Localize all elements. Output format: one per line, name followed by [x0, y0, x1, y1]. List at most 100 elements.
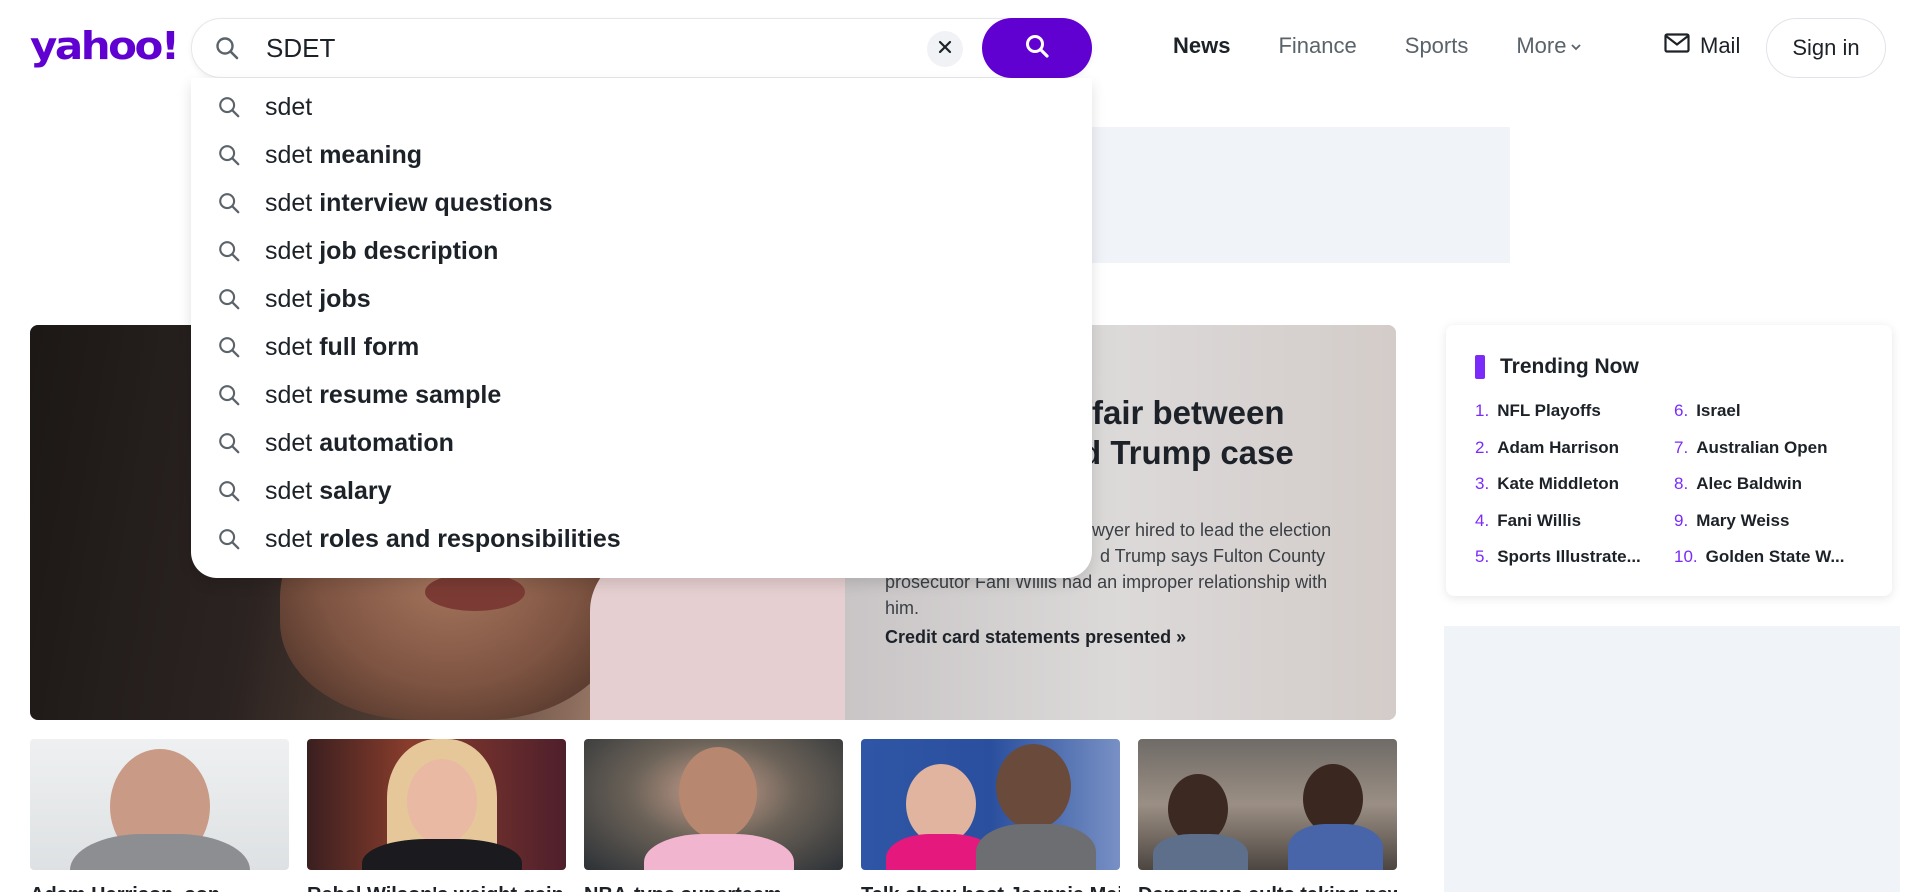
search-suggestions: sdet sdet meaning sdet interview questio… [191, 78, 1092, 578]
trending-item[interactable]: 8. Alec Baldwin [1674, 474, 1864, 511]
story-card[interactable]: Adam Harrison, son [30, 739, 289, 892]
sign-in-button[interactable]: Sign in [1766, 18, 1886, 78]
search-icon [214, 35, 240, 66]
suggestion-completion: job description [319, 237, 499, 265]
trending-rank: 3. [1475, 474, 1490, 493]
suggestion-prefix: sdet [265, 285, 320, 313]
chevron-down-icon [1570, 33, 1582, 59]
yahoo-logo[interactable]: yahoo! [30, 27, 180, 66]
search-icon [217, 95, 241, 124]
suggestion-item[interactable]: sdet salary [191, 467, 1092, 515]
trending-item[interactable]: 4. Fani Willis [1475, 511, 1675, 548]
suggestion-item[interactable]: sdet meaning [191, 131, 1092, 179]
hero-image-detail [425, 573, 525, 611]
trending-label: Adam Harrison [1497, 437, 1620, 457]
trending-rank: 5. [1475, 547, 1490, 566]
trending-accent-bar [1475, 355, 1485, 379]
story-caption: Talk show host Jeannie Mai [861, 884, 1120, 892]
nav-sports[interactable]: Sports [1405, 33, 1469, 59]
trending-title: Trending Now [1500, 355, 1639, 378]
trending-item[interactable]: 7. Australian Open [1674, 438, 1864, 475]
story-image [584, 739, 843, 870]
suggestion-item[interactable]: sdet [191, 83, 1092, 131]
trending-rank: 2. [1475, 437, 1490, 457]
trending-label: Kate Middleton [1497, 474, 1620, 493]
search-button[interactable] [982, 18, 1092, 78]
trending-rank: 1. [1475, 401, 1490, 420]
trending-rank: 6. [1674, 401, 1689, 420]
story-caption: Rebel Wilson's weight gain [307, 884, 566, 892]
trending-item[interactable]: 3. Kate Middleton [1475, 474, 1675, 511]
story-caption: Adam Harrison, son [30, 884, 289, 892]
trending-item[interactable]: 1. NFL Playoffs [1475, 401, 1675, 438]
clear-search-button[interactable] [927, 31, 963, 67]
nav-label: News [1173, 33, 1231, 58]
story-card[interactable]: Rebel Wilson's weight gain [307, 739, 566, 892]
story-caption: Dangerous cults taking new [1138, 884, 1397, 892]
suggestion-prefix: sdet [265, 381, 320, 409]
mail-icon [1664, 33, 1690, 59]
suggestion-prefix: sdet [265, 333, 320, 361]
story-image [1138, 739, 1397, 870]
search-icon [217, 191, 241, 220]
search-icon [217, 335, 241, 364]
trending-label: Sports Illustrate... [1497, 547, 1641, 566]
suggestion-prefix: sdet [265, 429, 320, 457]
mail-link[interactable]: Mail [1664, 33, 1740, 59]
top-nav: News Finance Sports More [1173, 33, 1582, 59]
suggestion-completion: meaning [319, 141, 422, 169]
trending-item[interactable]: 6. Israel [1674, 401, 1864, 438]
trending-rank: 9. [1674, 510, 1689, 530]
trending-column: 1. NFL Playoffs 2. Adam Harrison 3. Kate Mi… [1475, 401, 1675, 584]
search-input[interactable] [266, 29, 846, 67]
suggestion-item[interactable]: sdet full form [191, 323, 1092, 371]
suggestion-completion: jobs [319, 285, 371, 313]
story-card[interactable]: Dangerous cults taking new [1138, 739, 1397, 892]
hero-related-link[interactable]: Credit card statements presented » [885, 627, 1186, 648]
nav-more[interactable]: More [1516, 33, 1582, 59]
close-icon [937, 39, 953, 60]
hero-summary-line: him. [885, 598, 920, 618]
trending-rank: 8. [1674, 474, 1689, 493]
suggestion-item[interactable]: sdet resume sample [191, 371, 1092, 419]
trending-item[interactable]: 2. Adam Harrison [1475, 438, 1675, 475]
trending-item[interactable]: 9. Mary Weiss [1674, 511, 1864, 548]
mail-label: Mail [1700, 33, 1741, 58]
trending-rank: 7. [1674, 437, 1689, 457]
suggestion-item[interactable]: sdet automation [191, 419, 1092, 467]
nav-label: Finance [1278, 33, 1357, 58]
ad-banner-right [1444, 626, 1900, 892]
search-bar [191, 18, 1092, 78]
suggestion-prefix: sdet [265, 477, 320, 505]
trending-item[interactable]: 5. Sports Illustrate... [1475, 547, 1675, 584]
suggestion-item[interactable]: sdet roles and responsibilities [191, 515, 1092, 563]
trending-rank: 4. [1475, 510, 1490, 530]
trending-label: Alec Baldwin [1696, 474, 1802, 493]
trending-label: NFL Playoffs [1497, 401, 1601, 420]
suggestion-item[interactable]: sdet job description [191, 227, 1092, 275]
suggestion-completion: automation [319, 429, 454, 457]
suggestion-prefix: sdet [265, 525, 320, 553]
story-image [861, 739, 1120, 870]
suggestion-prefix: sdet [265, 93, 313, 121]
suggestion-completion: interview questions [319, 189, 553, 217]
nav-news[interactable]: News [1173, 33, 1230, 59]
story-card[interactable]: Talk show host Jeannie Mai [861, 739, 1120, 892]
suggestion-completion: salary [319, 477, 392, 505]
search-icon [217, 383, 241, 412]
nav-label: Sports [1404, 33, 1469, 58]
story-image [30, 739, 289, 870]
nav-finance[interactable]: Finance [1278, 33, 1356, 59]
search-icon [1024, 33, 1050, 64]
trending-label: Australian Open [1696, 437, 1828, 457]
trending-label: Israel [1696, 401, 1741, 420]
story-card[interactable]: NBA-type superteam [584, 739, 843, 892]
trending-item[interactable]: 10. Golden State W... [1674, 547, 1864, 584]
search-icon [217, 479, 241, 508]
story-image [307, 739, 566, 870]
suggestion-prefix: sdet [265, 189, 320, 217]
story-strip: Adam Harrison, son Rebel Wilson's weight… [30, 739, 1397, 892]
search-icon [217, 431, 241, 460]
suggestion-item[interactable]: sdet jobs [191, 275, 1092, 323]
suggestion-item[interactable]: sdet interview questions [191, 179, 1092, 227]
